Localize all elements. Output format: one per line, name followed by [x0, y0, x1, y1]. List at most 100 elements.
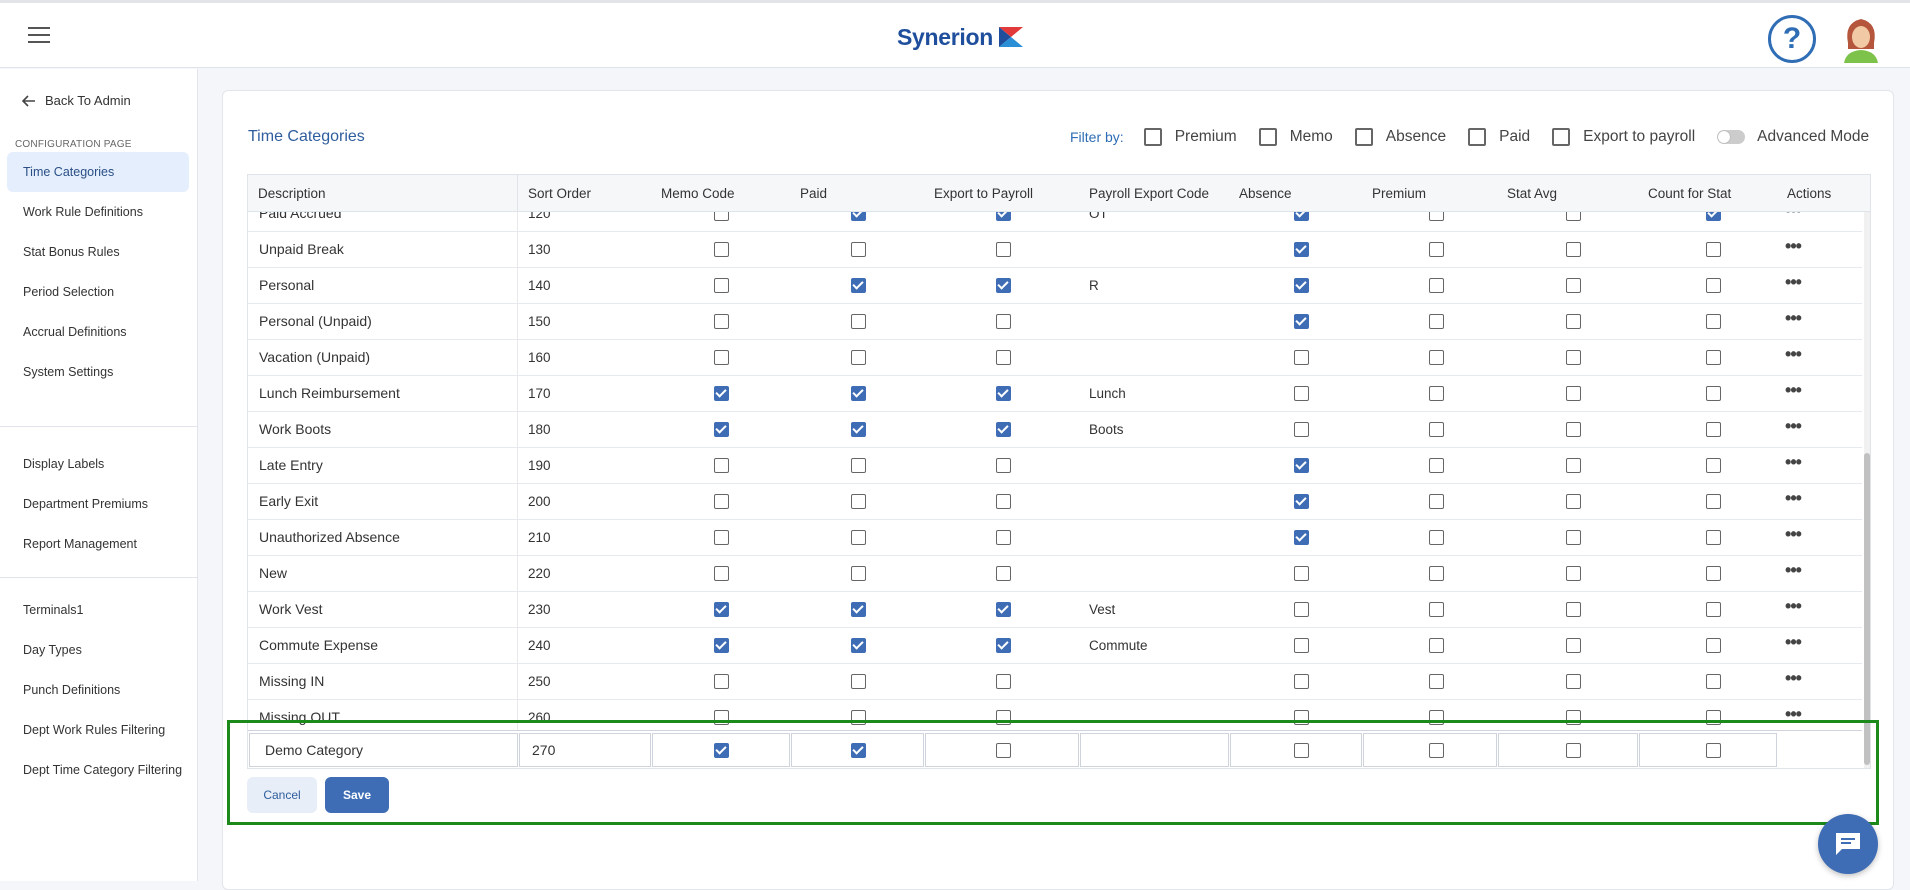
- row-description[interactable]: Work Vest: [248, 592, 518, 627]
- row-memo-checkbox[interactable]: [714, 602, 729, 617]
- row-description[interactable]: Missing IN: [248, 664, 518, 699]
- more-actions-icon[interactable]: •••: [1783, 453, 1803, 476]
- row-premium-checkbox[interactable]: [1429, 530, 1444, 545]
- row-description[interactable]: Vacation (Unpaid): [248, 340, 518, 375]
- row-memo-checkbox[interactable]: [714, 422, 729, 437]
- row-count-stat-checkbox[interactable]: [1706, 314, 1721, 329]
- row-count-stat-checkbox[interactable]: [1706, 710, 1721, 725]
- row-memo-checkbox[interactable]: [714, 350, 729, 365]
- filter-export-to-payroll[interactable]: Export to payroll: [1552, 128, 1695, 146]
- sidebar-item-punch-definitions[interactable]: Punch Definitions: [7, 670, 189, 710]
- row-count-stat-checkbox[interactable]: [1706, 350, 1721, 365]
- new-row-stat-avg-checkbox[interactable]: [1566, 743, 1581, 758]
- row-export-checkbox[interactable]: [996, 386, 1011, 401]
- row-stat-avg-checkbox[interactable]: [1566, 710, 1581, 725]
- row-absence-checkbox[interactable]: [1294, 314, 1309, 329]
- sidebar-item-period-selection[interactable]: Period Selection: [7, 272, 189, 312]
- row-description[interactable]: Personal (Unpaid): [248, 304, 518, 339]
- table-row[interactable]: Work Boots 180 Boots •••: [248, 412, 1862, 448]
- row-stat-avg-checkbox[interactable]: [1566, 278, 1581, 293]
- row-description[interactable]: Commute Expense: [248, 628, 518, 663]
- row-absence-checkbox[interactable]: [1294, 530, 1309, 545]
- row-count-stat-checkbox[interactable]: [1706, 386, 1721, 401]
- sidebar-item-terminals1[interactable]: Terminals1: [7, 590, 189, 630]
- row-export-checkbox[interactable]: [996, 566, 1011, 581]
- new-row-paid-checkbox[interactable]: [851, 743, 866, 758]
- row-stat-avg-checkbox[interactable]: [1566, 638, 1581, 653]
- row-absence-checkbox[interactable]: [1294, 458, 1309, 473]
- row-absence-checkbox[interactable]: [1294, 494, 1309, 509]
- row-description[interactable]: Unauthorized Absence: [248, 520, 518, 555]
- new-row-sort-order-input[interactable]: 270: [519, 733, 651, 767]
- sidebar-item-department-premiums[interactable]: Department Premiums: [7, 484, 189, 524]
- row-description[interactable]: Lunch Reimbursement: [248, 376, 518, 411]
- row-stat-avg-checkbox[interactable]: [1566, 458, 1581, 473]
- new-row-memo-checkbox[interactable]: [714, 743, 729, 758]
- new-row-payroll-export-code-input[interactable]: [1080, 733, 1229, 767]
- row-memo-checkbox[interactable]: [714, 530, 729, 545]
- row-export-checkbox[interactable]: [996, 350, 1011, 365]
- row-absence-checkbox[interactable]: [1294, 674, 1309, 689]
- row-export-checkbox[interactable]: [996, 602, 1011, 617]
- row-premium-checkbox[interactable]: [1429, 674, 1444, 689]
- row-stat-avg-checkbox[interactable]: [1566, 350, 1581, 365]
- row-memo-checkbox[interactable]: [714, 494, 729, 509]
- filter-absence[interactable]: Absence: [1354, 128, 1446, 146]
- row-memo-checkbox[interactable]: [714, 242, 729, 257]
- more-actions-icon[interactable]: •••: [1783, 705, 1803, 728]
- more-actions-icon[interactable]: •••: [1783, 633, 1803, 656]
- more-actions-icon[interactable]: •••: [1783, 597, 1803, 620]
- filter-paid-checkbox[interactable]: [1468, 128, 1487, 146]
- row-absence-checkbox[interactable]: [1294, 242, 1309, 257]
- row-paid-checkbox[interactable]: [851, 638, 866, 653]
- row-premium-checkbox[interactable]: [1429, 566, 1444, 581]
- table-row[interactable]: Missing IN 250 •••: [248, 664, 1862, 700]
- row-paid-checkbox[interactable]: [851, 242, 866, 257]
- row-count-stat-checkbox[interactable]: [1706, 602, 1721, 617]
- row-absence-checkbox[interactable]: [1294, 278, 1309, 293]
- table-row[interactable]: Work Vest 230 Vest •••: [248, 592, 1862, 628]
- row-stat-avg-checkbox[interactable]: [1566, 566, 1581, 581]
- table-row[interactable]: Commute Expense 240 Commute •••: [248, 628, 1862, 664]
- sidebar-item-system-settings[interactable]: System Settings: [7, 352, 189, 392]
- row-stat-avg-checkbox[interactable]: [1566, 314, 1581, 329]
- row-description[interactable]: Unpaid Break: [248, 232, 518, 267]
- table-row[interactable]: Vacation (Unpaid) 160 •••: [248, 340, 1862, 376]
- filter-premium[interactable]: Premium: [1143, 128, 1237, 146]
- row-memo-checkbox[interactable]: [714, 386, 729, 401]
- table-row[interactable]: Unpaid Break 130 •••: [248, 232, 1862, 268]
- more-actions-icon[interactable]: •••: [1783, 309, 1803, 332]
- row-paid-checkbox[interactable]: [851, 458, 866, 473]
- save-button[interactable]: Save: [325, 777, 389, 813]
- back-to-admin-link[interactable]: Back To Admin: [22, 93, 131, 108]
- table-row[interactable]: Personal 140 R •••: [248, 268, 1862, 304]
- table-row[interactable]: Personal (Unpaid) 150 •••: [248, 304, 1862, 340]
- new-row-export-checkbox[interactable]: [996, 743, 1011, 758]
- filter-premium-checkbox[interactable]: [1143, 128, 1162, 146]
- table-row[interactable]: Unauthorized Absence 210 •••: [248, 520, 1862, 556]
- row-count-stat-checkbox[interactable]: [1706, 242, 1721, 257]
- row-paid-checkbox[interactable]: [851, 494, 866, 509]
- row-count-stat-checkbox[interactable]: [1706, 458, 1721, 473]
- sidebar-item-dept-work-rules-filtering[interactable]: Dept Work Rules Filtering: [7, 710, 189, 750]
- more-actions-icon[interactable]: •••: [1783, 489, 1803, 512]
- more-actions-icon[interactable]: •••: [1783, 669, 1803, 692]
- row-export-checkbox[interactable]: [996, 278, 1011, 293]
- sidebar-item-day-types[interactable]: Day Types: [7, 630, 189, 670]
- row-paid-checkbox[interactable]: [851, 386, 866, 401]
- row-memo-checkbox[interactable]: [714, 674, 729, 689]
- more-actions-icon[interactable]: •••: [1783, 381, 1803, 404]
- row-description[interactable]: Early Exit: [248, 484, 518, 519]
- row-export-checkbox[interactable]: [996, 638, 1011, 653]
- logo[interactable]: Synerion: [897, 21, 1025, 53]
- row-premium-checkbox[interactable]: [1429, 638, 1444, 653]
- row-paid-checkbox[interactable]: [851, 602, 866, 617]
- filter-absence-checkbox[interactable]: [1354, 128, 1373, 146]
- table-row[interactable]: Late Entry 190 •••: [248, 448, 1862, 484]
- row-absence-checkbox[interactable]: [1294, 638, 1309, 653]
- sidebar-item-work-rule-definitions[interactable]: Work Rule Definitions: [7, 192, 189, 232]
- new-row-description-input[interactable]: Demo Category: [249, 733, 518, 767]
- row-description[interactable]: Late Entry: [248, 448, 518, 483]
- row-absence-checkbox[interactable]: [1294, 386, 1309, 401]
- row-memo-checkbox[interactable]: [714, 458, 729, 473]
